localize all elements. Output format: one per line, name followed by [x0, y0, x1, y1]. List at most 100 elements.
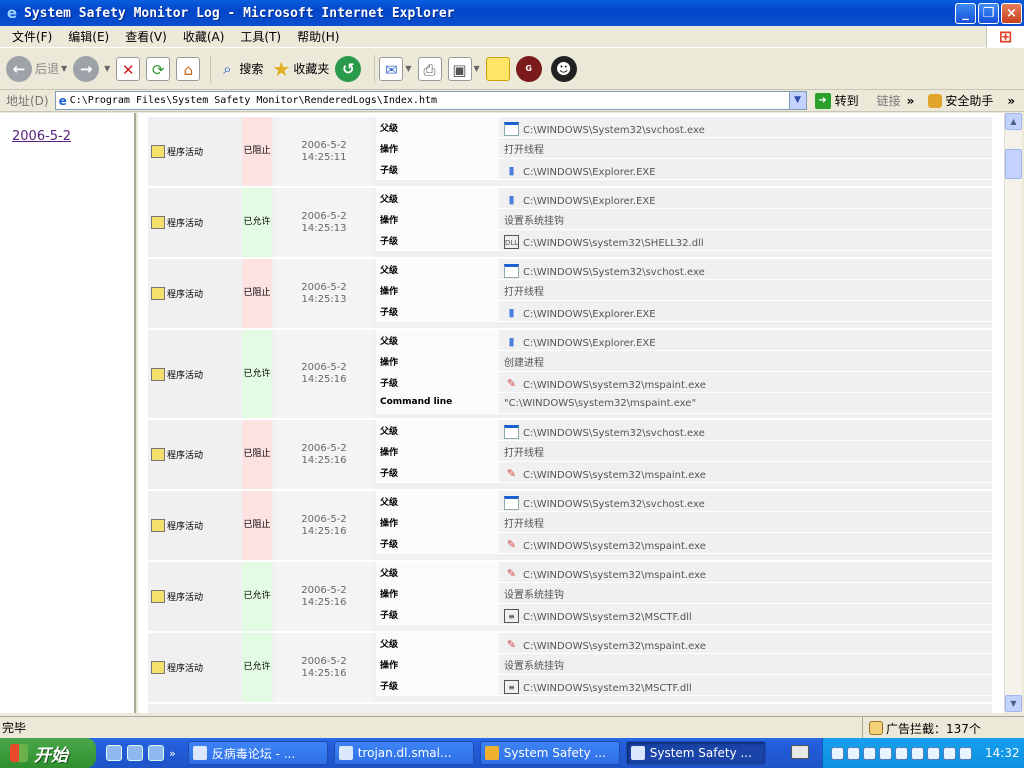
forward-dropdown-icon[interactable]: ▼	[104, 64, 110, 73]
menu-file[interactable]: 文件(F)	[4, 28, 60, 45]
tray-qq-icon[interactable]	[847, 746, 860, 760]
action-label: 程序活动	[167, 522, 204, 532]
quicklaunch-more-icon[interactable]: »	[169, 747, 176, 760]
detail-line: 父级 C:\WINDOWS\System32\svchost.exe	[376, 420, 992, 441]
maximize-button[interactable]: ❐	[978, 3, 999, 24]
start-button[interactable]: 开始	[0, 738, 96, 768]
action-label: 程序活动	[167, 290, 204, 300]
vertical-scrollbar[interactable]: ▲ ▼	[1004, 113, 1022, 713]
scroll-down-icon[interactable]: ▼	[1005, 695, 1022, 712]
start-label: 开始	[34, 745, 68, 766]
detail-key: 操作	[376, 209, 499, 229]
menu-help[interactable]: 帮助(H)	[289, 28, 347, 45]
detail-value: 创建进程	[501, 351, 992, 371]
status-cell: 已允许	[242, 188, 272, 257]
detail-line: 子级 ▮ C:\WINDOWS\Explorer.EXE	[376, 159, 992, 180]
menu-edit[interactable]: 编辑(E)	[60, 28, 117, 45]
menu-tools[interactable]: 工具(T)	[232, 28, 289, 45]
detail-value-text: C:\WINDOWS\System32\svchost.exe	[523, 499, 705, 510]
keyboard-icon[interactable]	[791, 745, 809, 759]
tray-network3-icon[interactable]	[895, 746, 908, 760]
popup-blocker[interactable]: 广告拦截：137个	[862, 717, 981, 739]
paint-icon: ✎	[506, 377, 517, 390]
action-label: 程序活动	[167, 451, 204, 461]
safety-assistant-button[interactable]: 安全助手	[928, 92, 993, 109]
menu-favorites[interactable]: 收藏(A)	[175, 28, 233, 45]
action-label: 程序活动	[167, 593, 204, 603]
back-dropdown-icon[interactable]: ▼	[61, 64, 67, 73]
tray-shield-icon[interactable]	[831, 746, 844, 760]
log-time: 14:25:16	[301, 374, 347, 385]
go-button[interactable]: ➜ 转到	[814, 92, 859, 109]
tray-volume-icon[interactable]	[959, 746, 972, 760]
task-label: System Safety ...	[503, 746, 606, 760]
menu-view[interactable]: 查看(V)	[117, 28, 175, 45]
tray-antivirus-icon[interactable]	[911, 746, 924, 760]
taskbar-item-trojan[interactable]: trojan.dl.smal...	[333, 741, 474, 765]
date-link[interactable]: 2006-5-2	[12, 129, 71, 144]
detail-value-text: C:\WINDOWS\system32\mspaint.exe	[523, 641, 706, 652]
print-button[interactable]: ⎙	[417, 56, 442, 81]
close-button[interactable]: ×	[1001, 3, 1022, 24]
detail-value-text: C:\WINDOWS\System32\svchost.exe	[523, 428, 705, 439]
paint-icon: ✎	[506, 567, 517, 580]
forward-button[interactable]: → ▼	[73, 55, 110, 82]
address-input[interactable]: e C:\Program Files\System Safety Monitor…	[54, 91, 807, 110]
address-dropdown-icon[interactable]: ▼	[788, 92, 806, 109]
history-button[interactable]: ↺	[335, 55, 364, 82]
game-button[interactable]: G	[515, 55, 545, 82]
window-icon	[504, 496, 519, 510]
tray-network2-icon[interactable]	[879, 746, 892, 760]
taskbar-item-forum[interactable]: 反病毒论坛 - ...	[187, 741, 328, 765]
edit-button[interactable]: ▣ ▼	[447, 56, 480, 81]
favorites-label: 收藏夹	[293, 62, 330, 76]
action-label: 程序活动	[167, 219, 204, 229]
stop-button[interactable]: ✕	[116, 56, 141, 81]
notes-button[interactable]	[485, 56, 510, 81]
paint-icon: ✎	[506, 467, 517, 480]
search-button[interactable]: ⌕ 搜索	[215, 57, 263, 81]
refresh-button[interactable]: ⟳	[146, 56, 171, 81]
links-chevron-icon[interactable]: »	[907, 94, 915, 108]
taskbar-item-ssm[interactable]: System Safety ...	[479, 741, 620, 765]
history-icon: ↺	[335, 55, 362, 82]
home-button[interactable]: ⌂	[176, 56, 201, 81]
ie-quicklaunch-icon[interactable]	[127, 745, 143, 761]
program-activity-icon	[151, 661, 165, 674]
status-text: 完毕	[2, 721, 27, 735]
scroll-thumb[interactable]	[1005, 149, 1022, 179]
program-activity-icon	[151, 448, 165, 461]
detail-value: DLL C:\WINDOWS\system32\SHELL32.dll	[501, 230, 992, 250]
qq-button[interactable]: ☻	[550, 55, 580, 82]
detail-key: 子级	[376, 372, 499, 392]
action-cell: 程序活动	[148, 420, 242, 489]
favorites-button[interactable]: ★ 收藏夹	[269, 57, 329, 81]
show-desktop-icon[interactable]	[106, 745, 122, 761]
detail-value: C:\WINDOWS\System32\svchost.exe	[501, 420, 992, 440]
detail-key: 父级	[376, 188, 499, 208]
edit-dropdown-icon[interactable]: ▼	[474, 64, 480, 73]
detail-value-text: C:\WINDOWS\System32\svchost.exe	[523, 267, 705, 278]
mail-dropdown-icon[interactable]: ▼	[405, 64, 411, 73]
tray-monitor-icon[interactable]	[943, 746, 956, 760]
taskbar-item-ssm-log[interactable]: System Safety ...	[625, 741, 766, 765]
back-button[interactable]: ← 后退 ▼	[6, 55, 67, 82]
details-cell: 父级 C:\WINDOWS\System32\svchost.exe 操作 打开线程子…	[376, 259, 992, 328]
detail-line: 子级 ✎ C:\WINDOWS\system32\mspaint.exe	[376, 462, 992, 483]
tray-umbrella-icon[interactable]	[927, 746, 940, 760]
system-tray: 14:32	[791, 738, 1024, 768]
scroll-up-icon[interactable]: ▲	[1005, 113, 1022, 130]
timestamp-cell: 2006-5-2 14:25:13	[275, 259, 373, 328]
log-date: 2006-5-2	[301, 442, 347, 454]
search-icon: ⌕	[223, 59, 232, 78]
detail-key: 子级	[376, 159, 499, 179]
mail-button[interactable]: ✉ ▼	[379, 56, 412, 81]
detail-value: C:\WINDOWS\System32\svchost.exe	[501, 491, 992, 511]
explorer-icon: ▮	[508, 164, 515, 177]
toolbar-chevron-icon[interactable]: »	[1007, 94, 1015, 108]
tray-network-icon[interactable]	[863, 746, 876, 760]
ie-alt-quicklaunch-icon[interactable]	[148, 745, 164, 761]
links-button[interactable]: 链接	[877, 92, 901, 109]
detail-value: ✎ C:\WINDOWS\system32\mspaint.exe	[501, 372, 992, 392]
minimize-button[interactable]: _	[955, 3, 976, 24]
